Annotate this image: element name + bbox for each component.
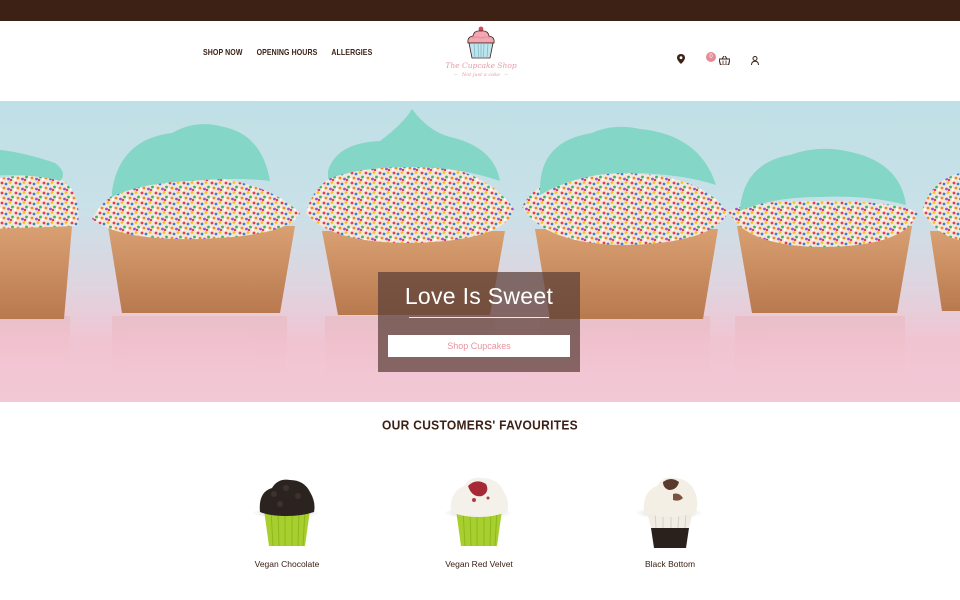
product-name: Black Bottom — [644, 559, 696, 569]
header-icons: 0 — [676, 51, 766, 66]
hero-overlay: Love Is Sweet Shop Cupcakes — [378, 272, 580, 372]
hero-title: Love Is Sweet — [404, 283, 554, 309]
nav-shop-now[interactable]: SHOP NOW — [203, 49, 243, 57]
product-card[interactable]: Vegan Red Velvet — [419, 470, 539, 569]
hero-divider — [409, 317, 549, 318]
cupcake-logo-icon — [467, 26, 495, 59]
hero-banner: Love Is Sweet Shop Cupcakes — [0, 101, 960, 402]
product-name: Vegan Red Velvet — [445, 559, 513, 569]
top-bar — [0, 0, 960, 21]
favourites-heading: OUR CUSTOMERS' FAVOURITES — [382, 417, 578, 433]
product-name: Vegan Chocolate — [254, 559, 320, 569]
vegan-chocolate-cupcake-image — [259, 479, 315, 547]
logo-tagline: Not just a cake — [436, 72, 526, 78]
black-bottom-cupcake-image — [643, 477, 698, 548]
logo-name: The Cupcake Shop — [445, 61, 517, 70]
basket-icon[interactable] — [718, 52, 731, 70]
map-pin-icon[interactable] — [677, 51, 685, 69]
site-header: SHOP NOW OPENING HOURS ALLERGIES The Cup… — [0, 21, 960, 101]
shop-cupcakes-button[interactable]: Shop Cupcakes — [388, 335, 570, 357]
shop-logo[interactable]: The Cupcake Shop Not just a cake — [436, 24, 526, 96]
user-icon[interactable] — [751, 52, 759, 70]
vegan-red-velvet-cupcake-image — [450, 477, 508, 547]
main-nav: SHOP NOW OPENING HOURS ALLERGIES — [203, 49, 372, 57]
cart-count-badge: 0 — [706, 52, 716, 62]
product-card[interactable]: Vegan Chocolate — [227, 470, 347, 569]
nav-allergies[interactable]: ALLERGIES — [331, 49, 372, 57]
product-card[interactable]: Black Bottom — [610, 470, 730, 569]
nav-opening-hours[interactable]: OPENING HOURS — [257, 49, 318, 57]
